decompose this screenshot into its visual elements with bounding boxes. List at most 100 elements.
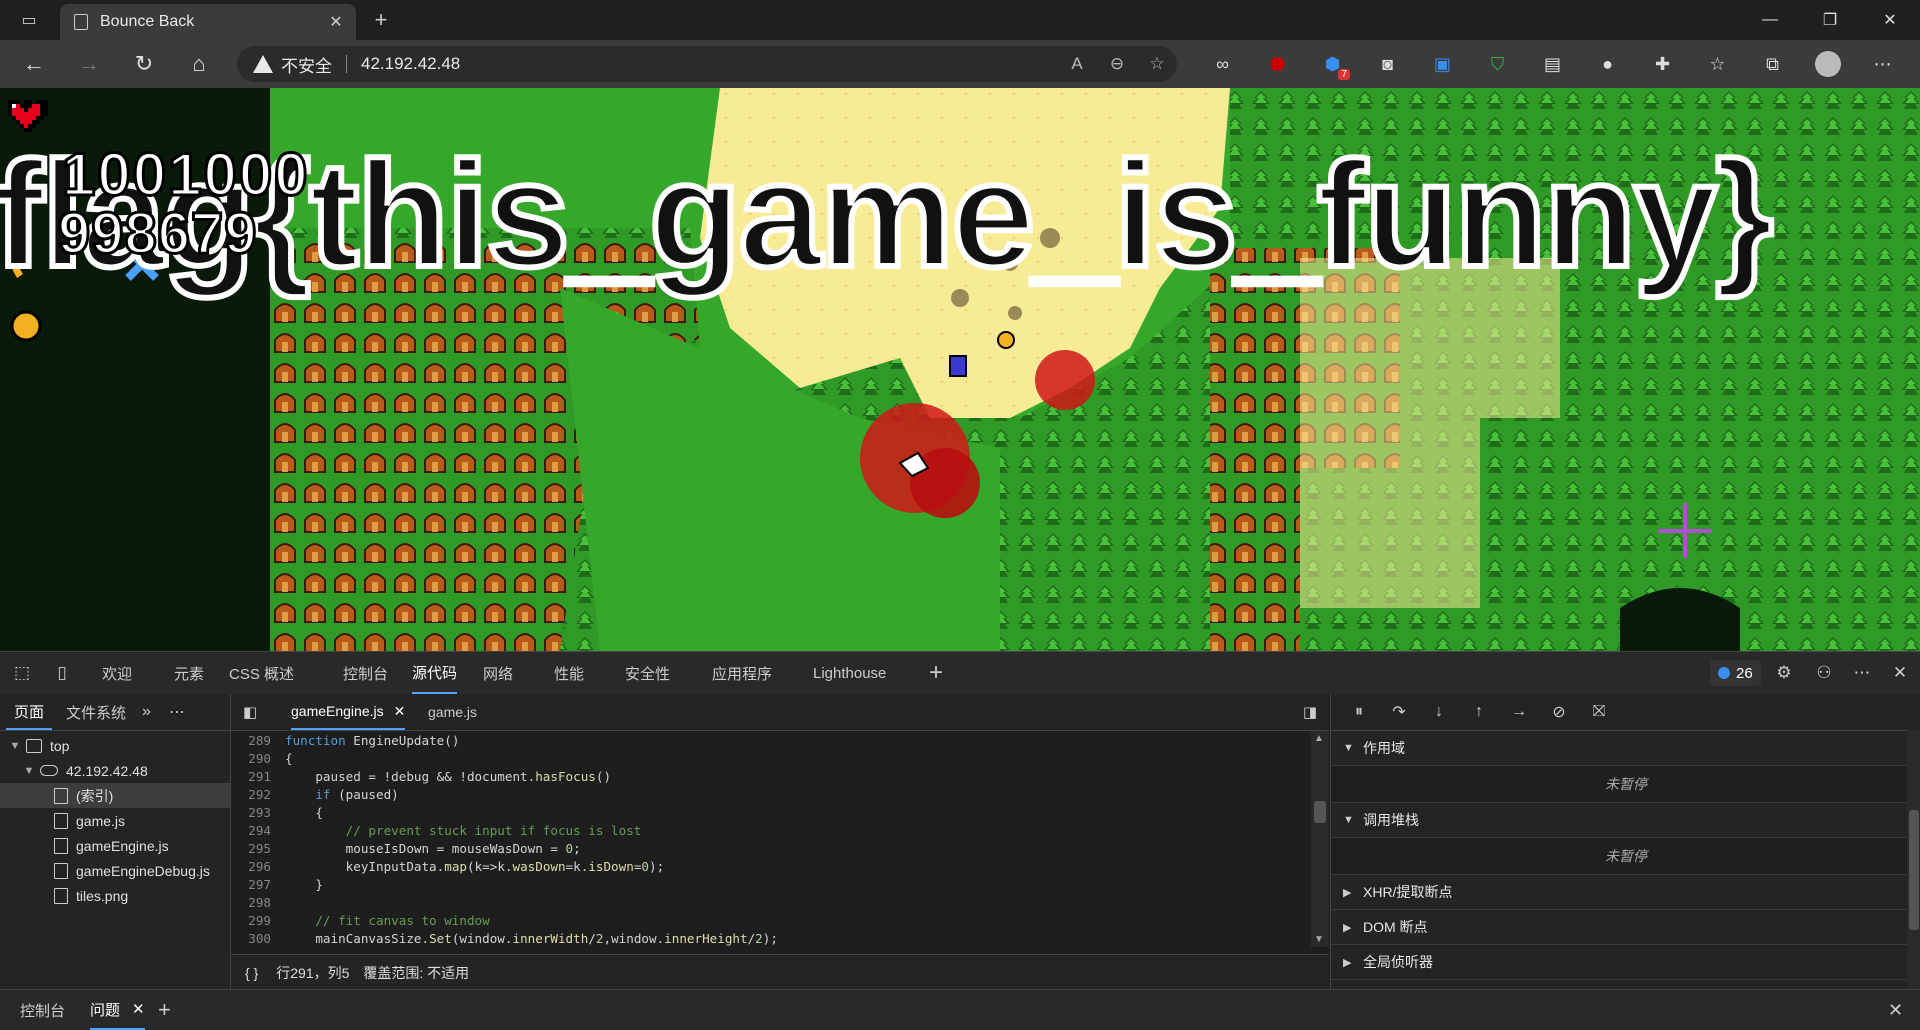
editor-scrollbar[interactable]: ▲ ▼ [1311, 731, 1329, 947]
tab-lighthouse[interactable]: Lighthouse [813, 652, 886, 694]
line-number[interactable]: 299 [231, 913, 279, 928]
security-label[interactable]: 不安全 [281, 52, 332, 77]
shield-extension-icon[interactable]: ⛉ [1470, 46, 1525, 82]
home-icon[interactable]: ⌂ [182, 49, 216, 79]
tab-elements[interactable]: 元素 [174, 652, 204, 694]
step-over-icon[interactable]: ↷ [1379, 702, 1419, 722]
code-line[interactable]: 292 if (paused) [231, 785, 1311, 803]
code-line[interactable]: 291 paused = !debug && !document.hasFocu… [231, 767, 1311, 785]
tab-network[interactable]: 网络 [483, 652, 513, 694]
gear-icon[interactable]: ⚙ [1766, 652, 1802, 694]
tree-item-tiles-png[interactable]: tiles.png [0, 883, 230, 908]
tab-console[interactable]: 控制台 [343, 652, 388, 694]
line-number[interactable]: 296 [231, 859, 279, 874]
game-canvas[interactable]: flag{this_game_is_funny} 1001000 998679 [0, 88, 1920, 651]
pause-icon[interactable]: ⏸ [1339, 703, 1379, 721]
drawer-tab-console[interactable]: 控制台 [20, 990, 65, 1030]
tab-security[interactable]: 安全性 [625, 652, 670, 694]
close-file-icon[interactable]: ✕ [394, 703, 406, 720]
code-line[interactable]: 295 mouseIsDown = mouseWasDown = 0; [231, 839, 1311, 857]
section-scope[interactable]: ▼ 作用域 [1331, 731, 1920, 766]
code-line[interactable]: 300 mainCanvasSize.Set(window.innerWidth… [231, 929, 1311, 947]
glasses-extension-icon[interactable]: ◙ [1360, 46, 1415, 82]
line-number[interactable]: 294 [231, 823, 279, 838]
close-drawer-tab-icon[interactable]: ✕ [132, 1000, 145, 1018]
forward-icon[interactable]: → [72, 49, 106, 79]
tree-item-game-js[interactable]: game.js [0, 808, 230, 833]
step-out-icon[interactable]: ↑ [1459, 703, 1499, 721]
deactivate-breakpoints-icon[interactable]: ⊘ [1539, 702, 1579, 722]
tab-actions-icon[interactable]: ▭ [14, 6, 44, 34]
expand-arrow-icon[interactable]: ▼ [8, 740, 22, 752]
tab-application[interactable]: 应用程序 [712, 652, 772, 694]
close-tab-icon[interactable]: ✕ [324, 12, 348, 32]
inspect-element-icon[interactable]: ⬚ [4, 652, 40, 694]
tab-welcome[interactable]: 欢迎 [102, 652, 132, 694]
scroll-up-icon[interactable]: ▲ [1314, 733, 1324, 744]
reader-extension-icon[interactable]: ▤ [1525, 46, 1580, 82]
browser-tab[interactable]: Bounce Back ✕ [60, 4, 356, 40]
zoom-icon[interactable]: ⊖ [1097, 54, 1137, 74]
url-text[interactable]: 42.192.42.48 [361, 54, 1057, 74]
toggle-debugger-icon[interactable]: ◨ [1303, 703, 1317, 721]
section-dom-breakpoints[interactable]: ▶ DOM 断点 [1331, 910, 1920, 945]
line-number[interactable]: 292 [231, 787, 279, 802]
file-tab-gameengine[interactable]: gameEngine.js ✕ [291, 694, 406, 730]
code-line[interactable]: 298 [231, 893, 1311, 911]
scrollbar-thumb[interactable] [1909, 810, 1919, 930]
feedback-icon[interactable]: ⚇ [1806, 652, 1842, 694]
pause-on-exceptions-icon[interactable]: ⛝ [1579, 703, 1619, 721]
restore-icon[interactable]: ❐ [1800, 0, 1860, 40]
file-tab-game[interactable]: game.js [428, 694, 477, 730]
drawer-tab-issues[interactable]: 问题 ✕ [90, 990, 145, 1030]
code-line[interactable]: 296 keyInputData.map(k=>k.wasDown=k.isDo… [231, 857, 1311, 875]
minimize-icon[interactable]: — [1740, 0, 1800, 40]
extensions-icon[interactable]: ✚ [1635, 46, 1690, 82]
section-xhr-breakpoints[interactable]: ▶ XHR/提取断点 [1331, 875, 1920, 910]
code-lines[interactable]: 289 function EngineUpdate() 290 {291 paused… [231, 731, 1311, 947]
tree-item-top[interactable]: ▼ top [0, 733, 230, 758]
code-line[interactable]: 289 function EngineUpdate() [231, 731, 1311, 749]
tab-css-overview[interactable]: CSS 概述 [229, 652, 294, 694]
section-call-stack[interactable]: ▼ 调用堆栈 [1331, 803, 1920, 838]
step-icon[interactable]: → [1499, 703, 1539, 721]
line-number[interactable]: 298 [231, 895, 279, 910]
toggle-navigator-icon[interactable]: ◧ [243, 703, 257, 721]
profile-avatar[interactable] [1800, 46, 1855, 82]
expand-arrow-icon[interactable]: ▼ [22, 765, 36, 777]
code-line[interactable]: 297 } [231, 875, 1311, 893]
line-number[interactable]: 295 [231, 841, 279, 856]
close-drawer-icon[interactable]: ✕ [1888, 990, 1903, 1030]
line-number[interactable]: 290 [231, 751, 279, 766]
chevron-right-icon[interactable]: » [142, 703, 151, 721]
more-options-icon[interactable]: ⋯ [1844, 652, 1880, 694]
puzzle-extension-icon[interactable]: ⬢ 7 [1305, 46, 1360, 82]
read-aloud-icon[interactable]: A [1057, 54, 1097, 74]
address-bar[interactable]: 不安全 42.192.42.48 A ⊖ ☆ [237, 46, 1177, 82]
infinity-extension-icon[interactable]: ∞ [1195, 46, 1250, 82]
line-number[interactable]: 300 [231, 931, 279, 946]
line-number[interactable]: 289 [231, 733, 279, 748]
code-line[interactable]: 299 // fit canvas to window [231, 911, 1311, 929]
scrollbar-thumb[interactable] [1314, 801, 1326, 823]
code-line[interactable]: 294 // prevent stuck input if focus is l… [231, 821, 1311, 839]
debugger-scrollbar[interactable] [1907, 730, 1920, 989]
tree-item-index[interactable]: (索引) [0, 783, 230, 808]
line-number[interactable]: 293 [231, 805, 279, 820]
settings-more-icon[interactable]: ⋯ [1855, 46, 1910, 82]
code-line[interactable]: 290 { [231, 749, 1311, 767]
new-tab-button[interactable]: + [366, 6, 396, 34]
favorites-icon[interactable]: ☆ [1690, 46, 1745, 82]
add-favorite-icon[interactable]: ☆ [1137, 54, 1177, 74]
pretty-print-button[interactable]: { } [245, 965, 258, 981]
tree-item-host[interactable]: ▼ 42.192.42.48 [0, 758, 230, 783]
tree-item-gameenginedebug-js[interactable]: gameEngineDebug.js [0, 858, 230, 883]
tab-performance[interactable]: 性能 [554, 652, 584, 694]
back-icon[interactable]: ← [17, 49, 51, 79]
refresh-icon[interactable]: ↻ [127, 49, 161, 79]
scroll-down-icon[interactable]: ▼ [1314, 934, 1324, 945]
add-drawer-tab-icon[interactable]: + [158, 990, 171, 1030]
step-into-icon[interactable]: ↓ [1419, 703, 1459, 721]
code-line[interactable]: 293 { [231, 803, 1311, 821]
tab-filesystem[interactable]: 文件系统 [58, 694, 134, 730]
